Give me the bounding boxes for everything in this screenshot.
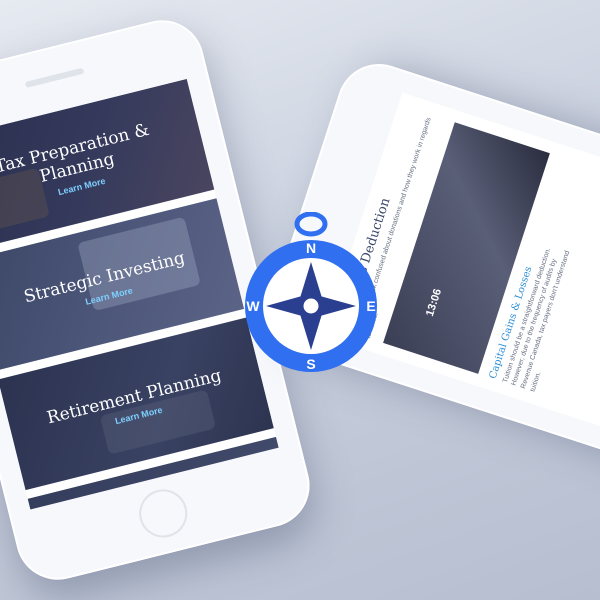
phone-clock-text: 13:06 [423,287,444,318]
compass-north-label: N [306,240,316,256]
compass-west-label: W [246,298,260,314]
left-phone-screen: Tax Preparation & Planning Learn More St… [0,78,279,510]
compass-east-label: E [366,298,375,314]
compass-south-label: S [306,356,315,372]
needle-hub [300,295,322,317]
compass-ring [294,212,328,237]
compass-icon: N E S W [245,212,377,372]
home-button[interactable] [134,484,193,543]
phone-speaker [24,67,85,88]
